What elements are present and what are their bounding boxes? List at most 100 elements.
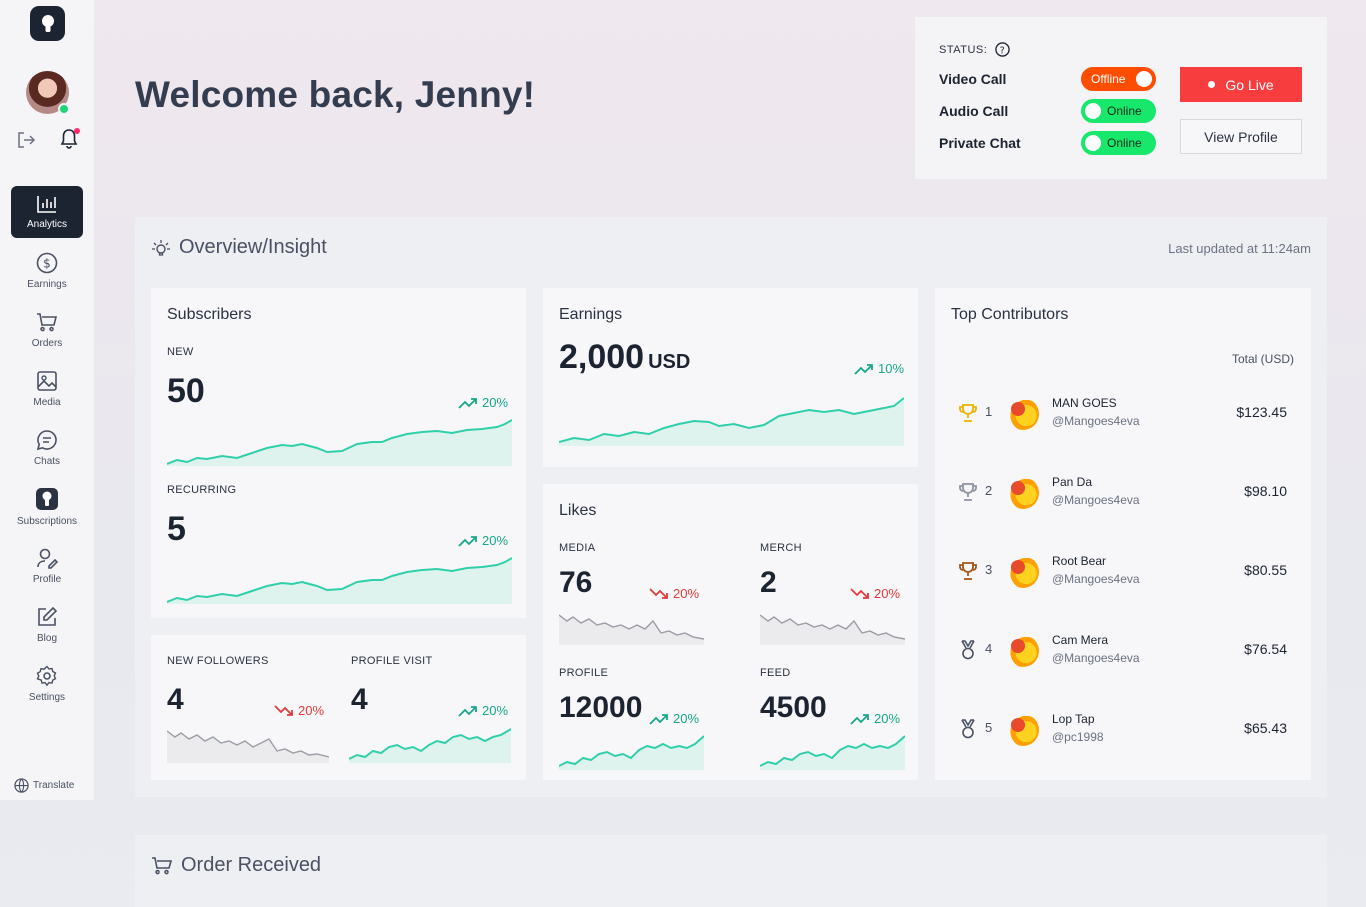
new-subscribers-value: 50 [167,372,205,410]
trend-up-icon [850,713,869,725]
merch-likes-sparkline [760,614,905,645]
mango-avatar [1007,398,1039,430]
profile-likes-value: 12000 [559,691,643,724]
trend-down-icon [850,587,869,599]
profile-visit-sparkline [349,728,511,763]
overview-title-text: Overview/Insight [179,236,327,258]
overview-section: Overview/Insight Last updated at 11:24am… [135,217,1327,797]
audio-call-label: Audio Call [939,103,1009,119]
video-call-toggle[interactable]: Offline [1081,67,1156,91]
trend-down: 20% [274,703,324,718]
contributor-rank: 1 [985,404,993,419]
sidebar-item-subscriptions[interactable]: Subscriptions [11,481,83,533]
trend-down-icon [649,587,668,599]
total-usd-header: Total (USD) [1231,352,1294,366]
medal-icon [961,640,975,660]
status-label-text: STATUS: [939,43,988,56]
contributor-handle: @Mangoes4eva [1052,651,1140,665]
trend-up: 20% [458,533,508,548]
svg-text:$: $ [43,257,51,271]
orders-title-text: Order Received [181,854,322,876]
trend-value: 20% [673,711,700,726]
contributor-row[interactable]: 1 MAN GOES @Mangoes4eva $123.45 [935,394,1311,434]
sidebar-top-actions [16,128,80,154]
sidebar-item-orders[interactable]: Orders [11,304,83,356]
sidebar-item-analytics[interactable]: Analytics [11,186,83,238]
private-chat-toggle[interactable]: Online [1081,131,1156,155]
toggle-state: Online [1107,104,1142,118]
contributor-rank: 5 [985,720,993,735]
contributor-row[interactable]: 2 Pan Da @Mangoes4eva $98.10 [935,473,1311,513]
contributor-name: Pan Da [1052,475,1093,489]
cart-icon [37,313,58,332]
recurring-label: RECURRING [167,484,237,496]
toggle-state: Offline [1091,72,1126,86]
private-chat-label: Private Chat [939,135,1021,151]
status-panel: STATUS: ? Video Call Offline Audio Call … [915,17,1327,179]
new-followers-value: 4 [167,683,184,716]
contributor-amount: $123.45 [1236,404,1287,420]
trend-up: 10% [854,361,904,376]
toggle-knob [1085,135,1101,151]
toggle-knob [1085,103,1101,119]
contributor-row[interactable]: 3 Root Bear @Mangoes4eva $80.55 [935,552,1311,592]
new-subscribers-sparkline [167,419,512,466]
sidebar-item-profile[interactable]: Profile [11,540,83,592]
dollar-icon: $ [36,252,58,274]
globe-icon [14,778,29,793]
mango-avatar [1007,477,1039,509]
go-live-button[interactable]: Go Live [1180,67,1302,102]
sidebar-item-earnings[interactable]: $ Earnings [11,245,83,297]
media-likes-sparkline [559,614,704,645]
contributor-amount: $76.54 [1244,641,1287,657]
trend-value: 20% [874,586,901,601]
translate-label: Translate [33,780,75,791]
toggle-knob [1136,71,1152,87]
chat-icon [36,430,57,451]
user-icon [37,548,58,569]
help-icon[interactable]: ? [995,42,1011,57]
trend-value: 10% [878,361,905,376]
contributor-amount: $98.10 [1244,483,1287,499]
cart-icon [152,856,173,874]
followers-card: NEW FOLLOWERS 4 20% PROFILE VISIT 4 20% [151,635,526,780]
feed-likes-value: 4500 [760,691,827,724]
sidebar-item-media[interactable]: Media [11,363,83,415]
sidebar-nav: Analytics $ Earnings Orders Media Chats … [11,186,83,717]
video-call-label: Video Call [939,71,1007,87]
silver-trophy-icon [959,483,977,501]
trend-value: 20% [482,703,509,718]
earnings-value: 2,000 USD [559,338,690,377]
new-followers-label: NEW FOLLOWERS [167,655,269,667]
profile-label: PROFILE [559,667,609,679]
card-title: Earnings [559,306,623,323]
trend-down: 20% [649,586,699,601]
sidebar-item-label: Settings [28,692,66,703]
contributor-row[interactable]: 5 Lop Tap @pc1998 $65.43 [935,710,1311,750]
earnings-unit: USD [648,351,691,373]
trend-value: 20% [673,586,700,601]
logout-icon[interactable] [16,130,36,150]
translate-button[interactable]: Translate [14,778,74,793]
contributor-rank: 2 [985,483,993,498]
gear-icon [36,665,57,687]
profile-visit-value: 4 [351,683,368,716]
avatar[interactable] [26,71,70,115]
view-profile-button[interactable]: View Profile [1180,119,1302,154]
contributor-rank: 3 [985,562,993,577]
trend-up-icon [458,535,477,547]
status-label: STATUS: ? [939,42,1011,57]
sidebar-item-chats[interactable]: Chats [11,422,83,474]
app-logo[interactable] [30,6,65,41]
trend-down-icon [274,704,293,716]
sidebar-item-label: Chats [33,456,61,467]
contributor-row[interactable]: 4 Cam Mera @Mangoes4eva $76.54 [935,631,1311,671]
audio-call-toggle[interactable]: Online [1081,99,1156,123]
trend-value: 20% [482,395,509,410]
sidebar-item-blog[interactable]: Blog [11,599,83,651]
page-title: Welcome back, Jenny! [135,74,536,115]
overview-title: Overview/Insight [151,236,327,259]
sidebar-item-settings[interactable]: Settings [11,658,83,710]
contributor-amount: $65.43 [1244,720,1287,736]
contributor-handle: @Mangoes4eva [1052,493,1140,507]
